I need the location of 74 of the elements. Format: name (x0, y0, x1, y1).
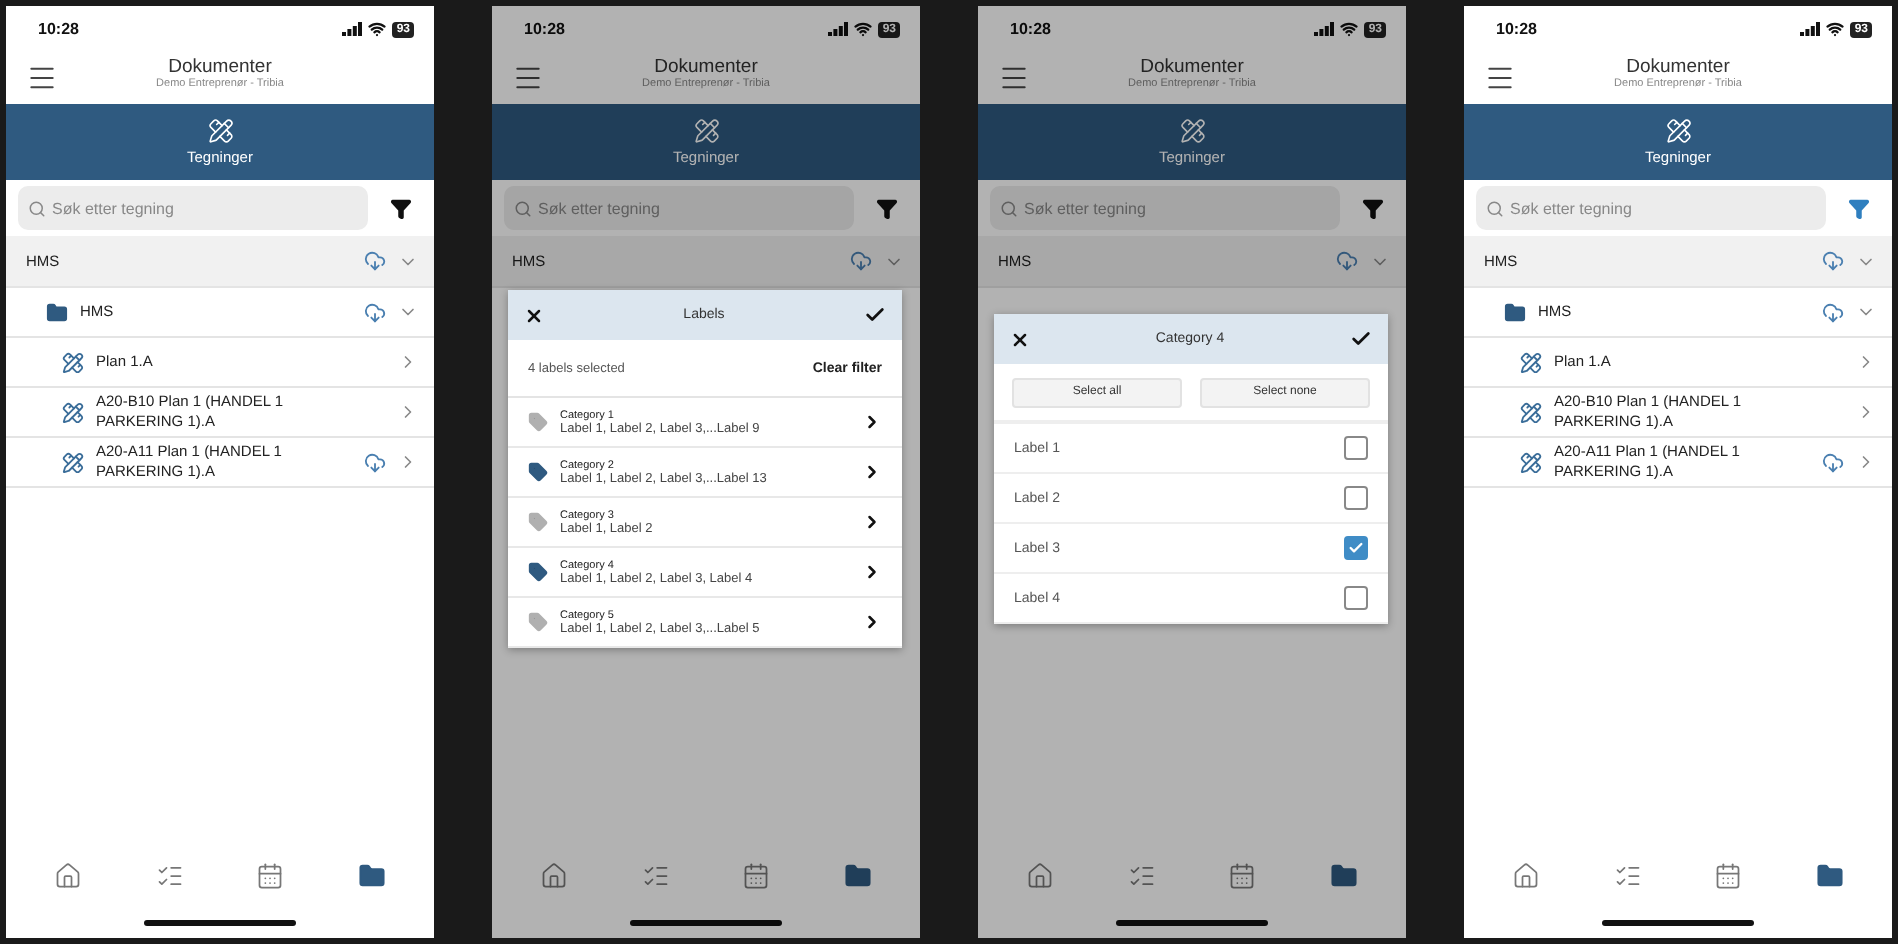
pencil-ruler-icon (1665, 118, 1691, 144)
checkbox[interactable] (1344, 486, 1368, 510)
status-time: 10:28 (524, 20, 565, 38)
pencil-ruler-icon (207, 118, 233, 144)
wifi-icon (854, 20, 873, 38)
chevron-right-icon (862, 412, 882, 432)
pencil-ruler-icon (62, 401, 84, 423)
home-icon[interactable] (54, 862, 83, 890)
menu-icon[interactable] (26, 62, 58, 94)
signal-icon (1800, 22, 1821, 36)
checkbox[interactable] (1344, 436, 1368, 460)
signal-icon (1314, 22, 1335, 36)
chevron-right-icon (862, 462, 882, 482)
confirm-button[interactable] (1350, 328, 1372, 350)
chevron-right-icon (862, 562, 882, 582)
status-time: 10:28 (1496, 20, 1537, 38)
cloud-download-icon[interactable] (850, 250, 872, 272)
folder-icon (46, 301, 68, 323)
pencil-ruler-icon (62, 351, 84, 373)
cloud-download-icon[interactable] (364, 301, 386, 323)
search-icon (1486, 199, 1504, 217)
chevron-right-icon (862, 612, 882, 632)
search-icon (28, 199, 46, 217)
pencil-ruler-icon (1520, 451, 1542, 473)
cloud-download-icon[interactable] (1336, 250, 1358, 272)
home-icon[interactable] (1512, 862, 1541, 890)
check-icon (1348, 540, 1364, 556)
menu-icon[interactable] (1484, 62, 1516, 94)
page-title: Dokumenter (1140, 56, 1244, 78)
checklist-icon[interactable] (1613, 862, 1642, 890)
close-button[interactable] (1010, 329, 1030, 349)
calendar-icon[interactable] (1714, 862, 1743, 890)
wifi-icon (368, 20, 387, 38)
page-title: Dokumenter (654, 56, 758, 78)
chevron-right-icon (862, 512, 882, 532)
search-icon (1000, 199, 1018, 217)
folder-icon[interactable] (843, 862, 872, 890)
search-icon (514, 199, 532, 217)
cloud-download-icon[interactable] (1822, 451, 1844, 473)
page-title: Dokumenter (168, 56, 272, 78)
status-time: 10:28 (1010, 20, 1051, 38)
pencil-ruler-icon (1179, 118, 1205, 144)
checkbox[interactable] (1344, 586, 1368, 610)
pencil-ruler-icon (1520, 401, 1542, 423)
checklist-icon[interactable] (155, 862, 184, 890)
folder-icon (1504, 301, 1526, 323)
signal-icon (828, 22, 849, 36)
confirm-button[interactable] (863, 304, 886, 326)
wifi-icon (1340, 20, 1359, 38)
home-icon[interactable] (540, 862, 569, 890)
folder-icon[interactable] (1815, 862, 1844, 890)
folder-icon[interactable] (357, 862, 386, 890)
wifi-icon (1826, 20, 1845, 38)
calendar-icon[interactable] (1228, 862, 1257, 890)
checklist-icon[interactable] (641, 862, 670, 890)
calendar-icon[interactable] (256, 862, 285, 890)
signal-icon (342, 22, 363, 36)
calendar-icon[interactable] (742, 862, 771, 890)
pencil-ruler-icon (1520, 351, 1542, 373)
folder-icon[interactable] (1329, 862, 1358, 890)
checkbox[interactable] (1344, 536, 1368, 560)
page-title: Dokumenter (1626, 56, 1730, 78)
pencil-ruler-icon (62, 451, 84, 473)
cloud-download-icon[interactable] (1822, 301, 1844, 323)
menu-icon[interactable] (998, 62, 1030, 94)
pencil-ruler-icon (693, 118, 719, 144)
status-time: 10:28 (38, 20, 79, 38)
checklist-icon[interactable] (1127, 862, 1156, 890)
home-icon[interactable] (1026, 862, 1055, 890)
cloud-download-icon[interactable] (1822, 250, 1844, 272)
cloud-download-icon[interactable] (364, 250, 386, 272)
cloud-download-icon[interactable] (364, 451, 386, 473)
close-button[interactable] (524, 305, 544, 325)
menu-icon[interactable] (512, 62, 544, 94)
